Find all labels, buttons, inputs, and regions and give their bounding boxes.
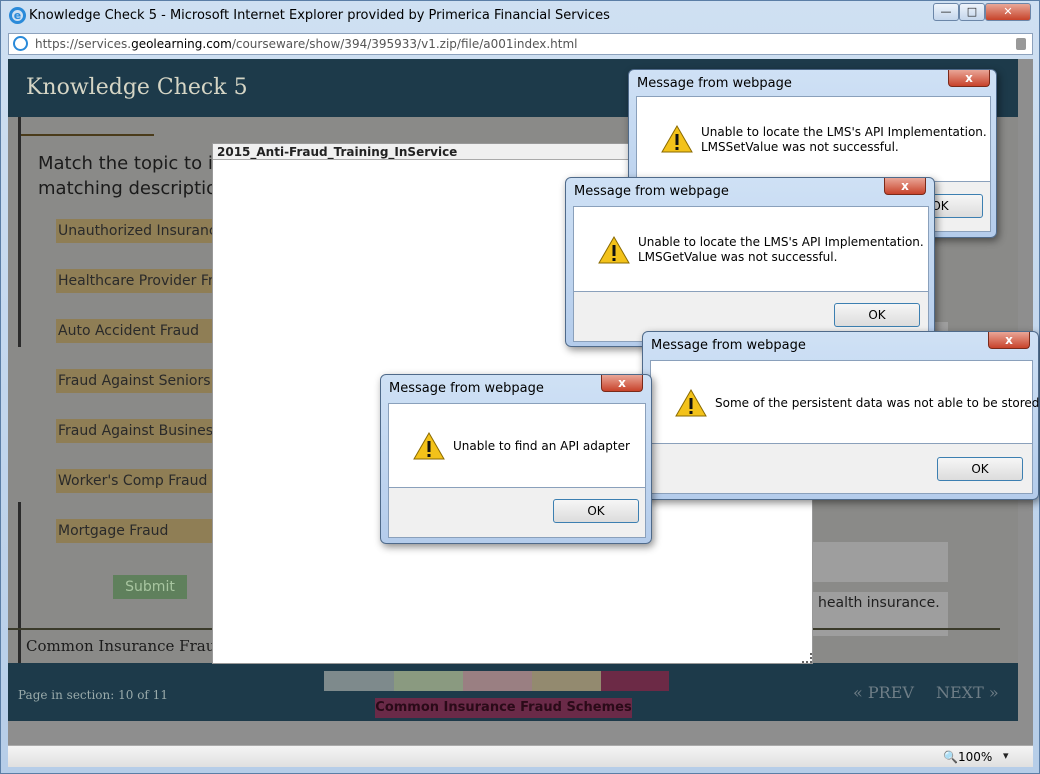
topic-item[interactable]: Fraud Against Businesses	[56, 419, 214, 443]
dialog-title: Message from webpage	[574, 184, 729, 199]
topic-item[interactable]: Auto Accident Fraud	[56, 319, 214, 343]
window-close-button[interactable]: ✕	[985, 3, 1031, 21]
submit-button[interactable]: Submit	[113, 575, 187, 599]
dialog-body: Unable to locate the LMS's API Implement…	[573, 206, 929, 292]
ok-button[interactable]: OK	[937, 457, 1023, 481]
topic-item[interactable]: Healthcare Provider Fraud	[56, 269, 214, 293]
url-text[interactable]: https://services.geolearning.com/coursew…	[35, 37, 578, 51]
warning-icon	[675, 389, 707, 417]
topic-item[interactable]: Worker's Comp Fraud	[56, 469, 214, 493]
alert-dialog: Message from webpage x Some of the persi…	[642, 331, 1039, 500]
page-icon	[13, 36, 28, 51]
divider	[18, 502, 21, 672]
ok-button[interactable]: OK	[834, 303, 920, 327]
divider	[18, 117, 21, 347]
section-progress-segment[interactable]	[394, 671, 463, 691]
dialog-message: Some of the persistent data was not able…	[715, 396, 1040, 410]
section-progress-segment[interactable]	[324, 671, 394, 691]
prev-button[interactable]: « PREV	[853, 683, 914, 702]
dialog-close-button[interactable]: x	[601, 375, 643, 392]
description-text: health insurance.	[818, 595, 940, 611]
next-button[interactable]: NEXT »	[936, 683, 999, 702]
maximize-button[interactable]: □	[959, 3, 985, 21]
dialog-title: Message from webpage	[389, 381, 544, 396]
dialog-title: Message from webpage	[637, 76, 792, 91]
section-label: Common Insurance Fraud S	[26, 637, 241, 655]
topic-item[interactable]: Fraud Against Seniors	[56, 369, 214, 393]
divider	[18, 134, 154, 136]
lock-icon[interactable]	[1016, 38, 1026, 50]
internet-explorer-icon: e	[9, 7, 26, 24]
alert-dialog: Message from webpage x Unable to locate …	[565, 177, 935, 347]
dialog-button-area: OK	[650, 444, 1033, 494]
topic-item[interactable]: Unauthorized Insurance	[56, 219, 214, 243]
warning-icon	[413, 432, 445, 460]
dialog-button-area: OK	[388, 488, 646, 538]
dialog-body: Some of the persistent data was not able…	[650, 360, 1039, 444]
topic-item[interactable]: Mortgage Fraud	[56, 519, 214, 543]
dialog-close-button[interactable]: x	[884, 178, 926, 195]
dialog-close-button[interactable]: x	[948, 70, 990, 87]
alert-dialog: Message from webpage x Unable to find an…	[380, 374, 652, 544]
zoom-level[interactable]: 100%	[958, 750, 992, 764]
dialog-body: Unable to locate the LMS's API Implement…	[636, 96, 991, 182]
description-box[interactable]	[813, 542, 948, 582]
zoom-dropdown-icon[interactable]: ▾	[1003, 749, 1009, 762]
dialog-message: Unable to locate the LMS's API Implement…	[701, 125, 987, 154]
page-indicator: Page in section: 10 of 11	[18, 688, 168, 702]
dialog-message: Unable to locate the LMS's API Implement…	[638, 235, 924, 264]
dialog-body: Unable to find an API adapter	[388, 403, 646, 488]
address-bar[interactable]: https://services.geolearning.com/coursew…	[8, 33, 1033, 55]
section-progress-segment[interactable]	[463, 671, 532, 691]
section-progress-segment[interactable]	[601, 671, 669, 691]
question-text: Match the topic to it matching descripti…	[38, 153, 218, 199]
section-progress-segment[interactable]	[532, 671, 601, 691]
dialog-title: Message from webpage	[651, 338, 806, 353]
zoom-icon[interactable]: 🔍	[943, 750, 958, 764]
dialog-close-button[interactable]: x	[988, 332, 1030, 349]
minimize-button[interactable]: —	[933, 3, 959, 21]
warning-icon	[598, 236, 630, 264]
warning-icon	[661, 125, 693, 153]
page-title: Knowledge Check 5	[26, 75, 248, 100]
resize-grip-icon[interactable]	[802, 653, 812, 663]
dialog-message: Unable to find an API adapter	[453, 439, 630, 453]
window-title: Knowledge Check 5 - Microsoft Internet E…	[29, 8, 610, 23]
status-bar: 🔍 100% ▾	[8, 745, 1033, 767]
ok-button[interactable]: OK	[553, 499, 639, 523]
course-footer: Page in section: 10 of 11 Common Insuran…	[8, 663, 1018, 721]
section-name-badge: Common Insurance Fraud Schemes	[375, 698, 632, 718]
